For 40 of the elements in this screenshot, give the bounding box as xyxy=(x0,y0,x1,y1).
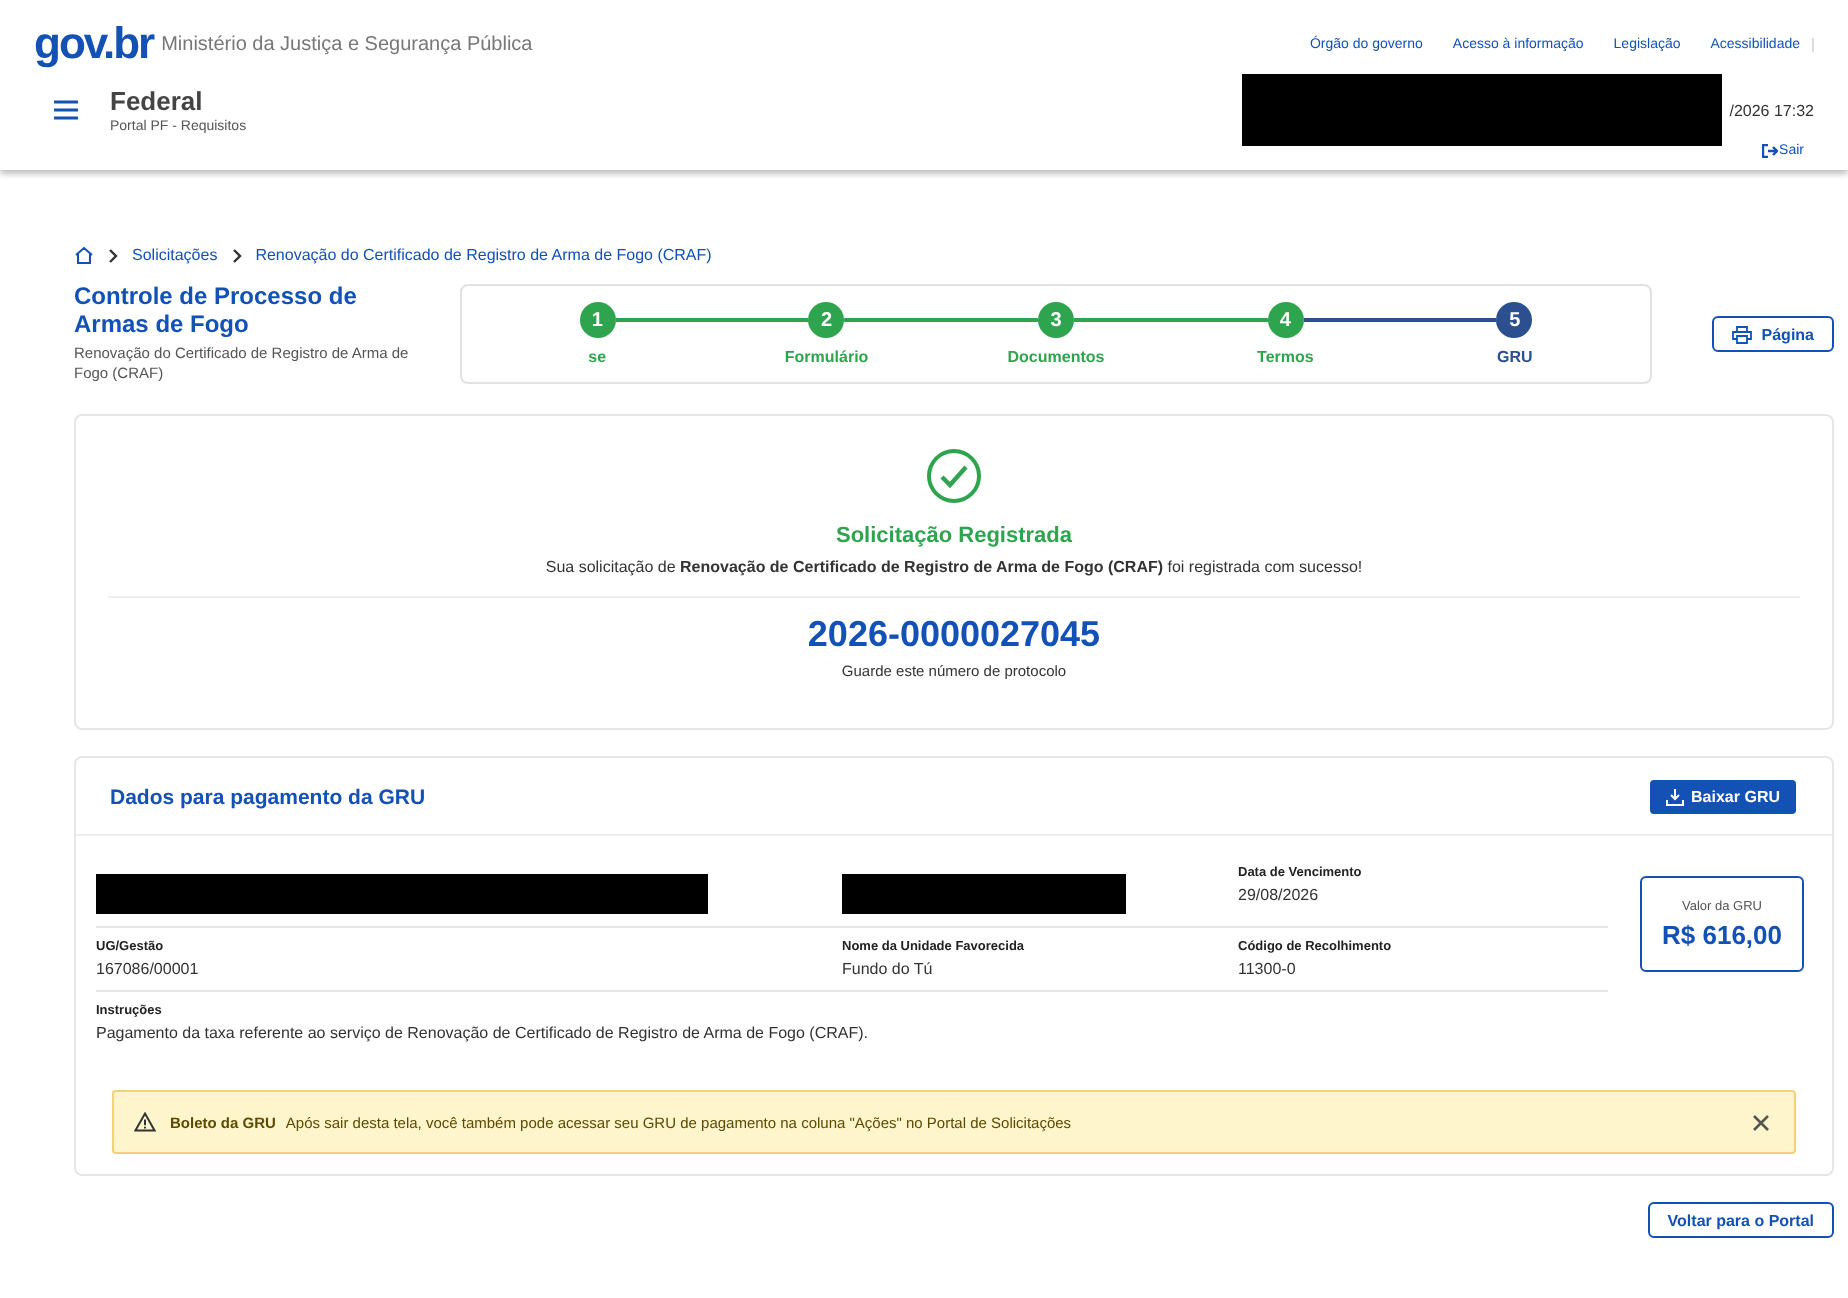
step-number: 3 xyxy=(1038,302,1074,338)
system-title: Federal xyxy=(110,86,205,116)
protocol-number: 2026-0000027045 xyxy=(807,614,1101,656)
step-number: 5 xyxy=(1496,302,1533,338)
logout-icon xyxy=(1761,144,1778,158)
success-title: Solicitação Registrada xyxy=(836,524,1072,548)
back-button[interactable]: Voltar para o Portal xyxy=(1647,1202,1834,1238)
date-time: /2026 17:32 xyxy=(1729,101,1814,119)
step-label: Formulário xyxy=(784,348,869,366)
total-value: R$ 616,00 xyxy=(1662,919,1782,949)
payment-title: Dados para pagamento da GRU xyxy=(110,785,426,809)
field-value: Fundo do Tú xyxy=(842,960,935,978)
instructions-text: Pagamento da taxa referente ao serviço de Renovação de Certificado de Registro de Arma de Fogo (CRAF). xyxy=(96,1024,870,1042)
chevron-icon xyxy=(231,247,242,263)
field-value: 167086/00001 xyxy=(96,960,201,978)
field-value: 29/08/2026 xyxy=(1238,886,1321,904)
download-button[interactable]: Baixar GRU xyxy=(1649,780,1796,814)
breadcrumb-link[interactable]: Solicitações xyxy=(132,246,218,264)
menu-icon[interactable] xyxy=(54,100,78,120)
close-icon[interactable] xyxy=(1752,1113,1770,1131)
printer-icon xyxy=(1731,325,1752,343)
step-label: GRU xyxy=(1497,348,1533,366)
breadcrumb-link[interactable]: Renovação do Certificado de Registro de Arma de Fogo (CRAF) xyxy=(255,246,712,264)
logo[interactable]: gov.br xyxy=(34,18,154,70)
ministry-name: Ministério da Justiça e Segurança Pública xyxy=(161,33,533,55)
step-number: 4 xyxy=(1267,302,1304,338)
process-title: Controle de Processo de Armas de Fogo xyxy=(74,284,359,341)
print-button[interactable]: Página xyxy=(1711,316,1834,352)
step-number: 1 xyxy=(579,302,616,338)
chevron-icon xyxy=(108,247,118,263)
step-number: 2 xyxy=(808,302,845,338)
step-label: se xyxy=(588,348,607,366)
field-value: 11300-0 xyxy=(1238,960,1298,978)
home-icon[interactable] xyxy=(74,246,94,264)
step-label: Termos xyxy=(1257,348,1314,366)
warning-icon xyxy=(134,1112,156,1132)
step-label: Documentos xyxy=(1007,348,1105,366)
download-icon xyxy=(1665,788,1684,806)
success-message: Sua solicitação de Renovação de Certificado de Registro de Arma de Fogo (CRAF) foi registrada com sucesso! xyxy=(545,558,1363,576)
check-circle-icon xyxy=(926,448,982,504)
